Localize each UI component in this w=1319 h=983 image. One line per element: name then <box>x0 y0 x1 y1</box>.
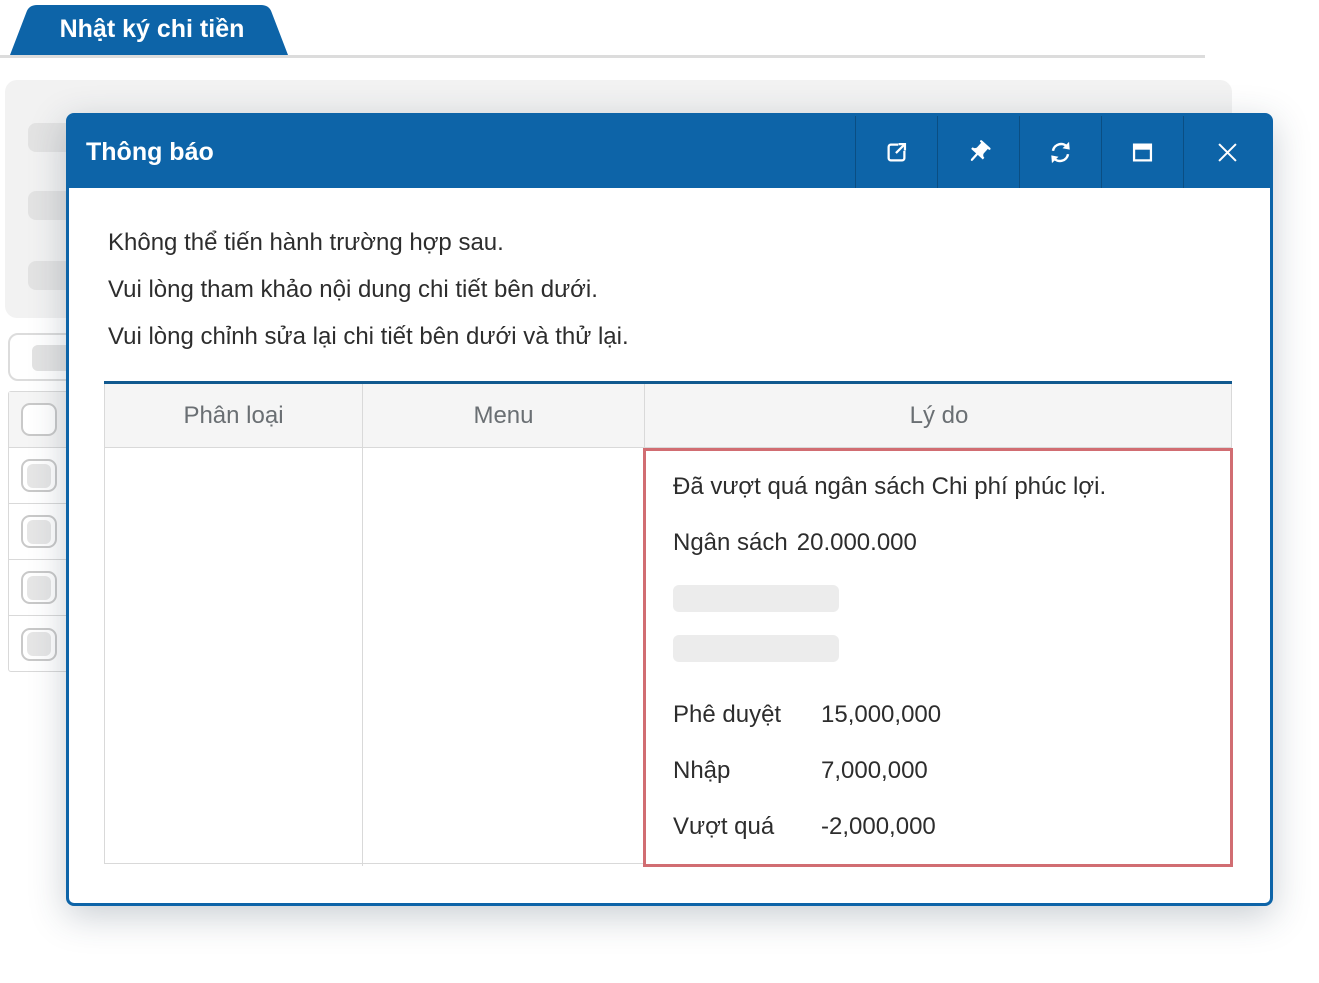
detail-value: 7,000,000 <box>821 757 928 784</box>
detail-label: Phê duyệt <box>673 701 782 728</box>
column-header-menu: Menu <box>362 384 644 447</box>
checkbox-icon <box>21 571 57 604</box>
maximize-icon <box>1132 143 1153 161</box>
pin-button[interactable] <box>937 116 1019 188</box>
skeleton-bar <box>673 585 839 612</box>
dialog-header: Thông báo <box>69 116 1270 188</box>
detail-row-approved: Phê duyệt 15,000,000 <box>673 687 1230 743</box>
detail-value: -2,000,000 <box>821 813 936 840</box>
error-table: Phân loại Menu Lý do Đã vượt quá ngân sá… <box>104 381 1233 867</box>
budget-value: 20.000.000 <box>796 529 917 556</box>
refresh-button[interactable] <box>1019 116 1101 188</box>
cell-menu <box>362 448 644 866</box>
page-divider <box>0 55 1205 58</box>
open-in-new-window-button[interactable] <box>855 116 937 188</box>
dialog-title: Thông báo <box>86 137 214 166</box>
cell-ly-do-error: Đã vượt quá ngân sách Chi phí phúc lợi. … <box>643 448 1233 867</box>
reason-budget: Ngân sách 20.000.000 <box>673 515 1230 571</box>
detail-row-exceeded: Vượt quá -2,000,000 <box>673 799 1230 855</box>
open-in-new-window-icon <box>887 142 907 161</box>
column-header-phan-loai: Phân loại <box>183 401 284 429</box>
tab-label: Nhật ký chi tiền <box>59 14 245 43</box>
dialog-header-actions <box>855 116 1270 188</box>
message-line: Vui lòng chỉnh sửa lại chi tiết bên dưới… <box>108 323 629 350</box>
detail-value: 15,000,000 <box>821 701 942 728</box>
checkbox-icon <box>21 403 57 436</box>
reason-details: Phê duyệt 15,000,000 Nhập 7,000,000 Vượt… <box>673 687 1230 855</box>
screen: Nhật ký chi tiền Thông báo Không thể tiế… <box>0 0 1319 983</box>
message-line: Vui lòng tham khảo nội dung chi tiết bên… <box>108 276 598 303</box>
budget-label: Ngân sách <box>673 529 788 556</box>
checkbox-icon <box>21 627 57 661</box>
dialog-messages: Không thể tiến hành trường hợp sau. Vui … <box>108 219 629 360</box>
notification-dialog: Thông báo Không thể tiến hành trường hợp… <box>66 113 1273 906</box>
message-line: Không thể tiến hành trường hợp sau. <box>108 229 504 256</box>
column-header-ly-do: Lý do <box>644 384 1233 447</box>
maximize-button[interactable] <box>1101 116 1183 188</box>
table-row: Đã vượt quá ngân sách Chi phí phúc lợi. … <box>104 448 1233 867</box>
skeleton-bar <box>673 635 839 662</box>
reason-message: Đã vượt quá ngân sách Chi phí phúc lợi. <box>673 473 1107 500</box>
refresh-icon <box>1051 141 1070 163</box>
tab-nhat-ky-chi-tien[interactable]: Nhật ký chi tiền <box>10 5 294 55</box>
close-button[interactable] <box>1183 116 1270 188</box>
checkbox-icon <box>21 459 57 492</box>
cell-phan-loai <box>105 448 362 866</box>
error-table-header: Phân loại Menu Lý do <box>104 384 1232 448</box>
close-icon <box>1217 142 1237 162</box>
detail-row-entered: Nhập 7,000,000 <box>673 743 1230 799</box>
detail-label: Vượt quá <box>673 813 775 840</box>
detail-label: Nhập <box>673 757 731 784</box>
pin-icon <box>970 139 991 161</box>
checkbox-icon <box>21 515 57 548</box>
